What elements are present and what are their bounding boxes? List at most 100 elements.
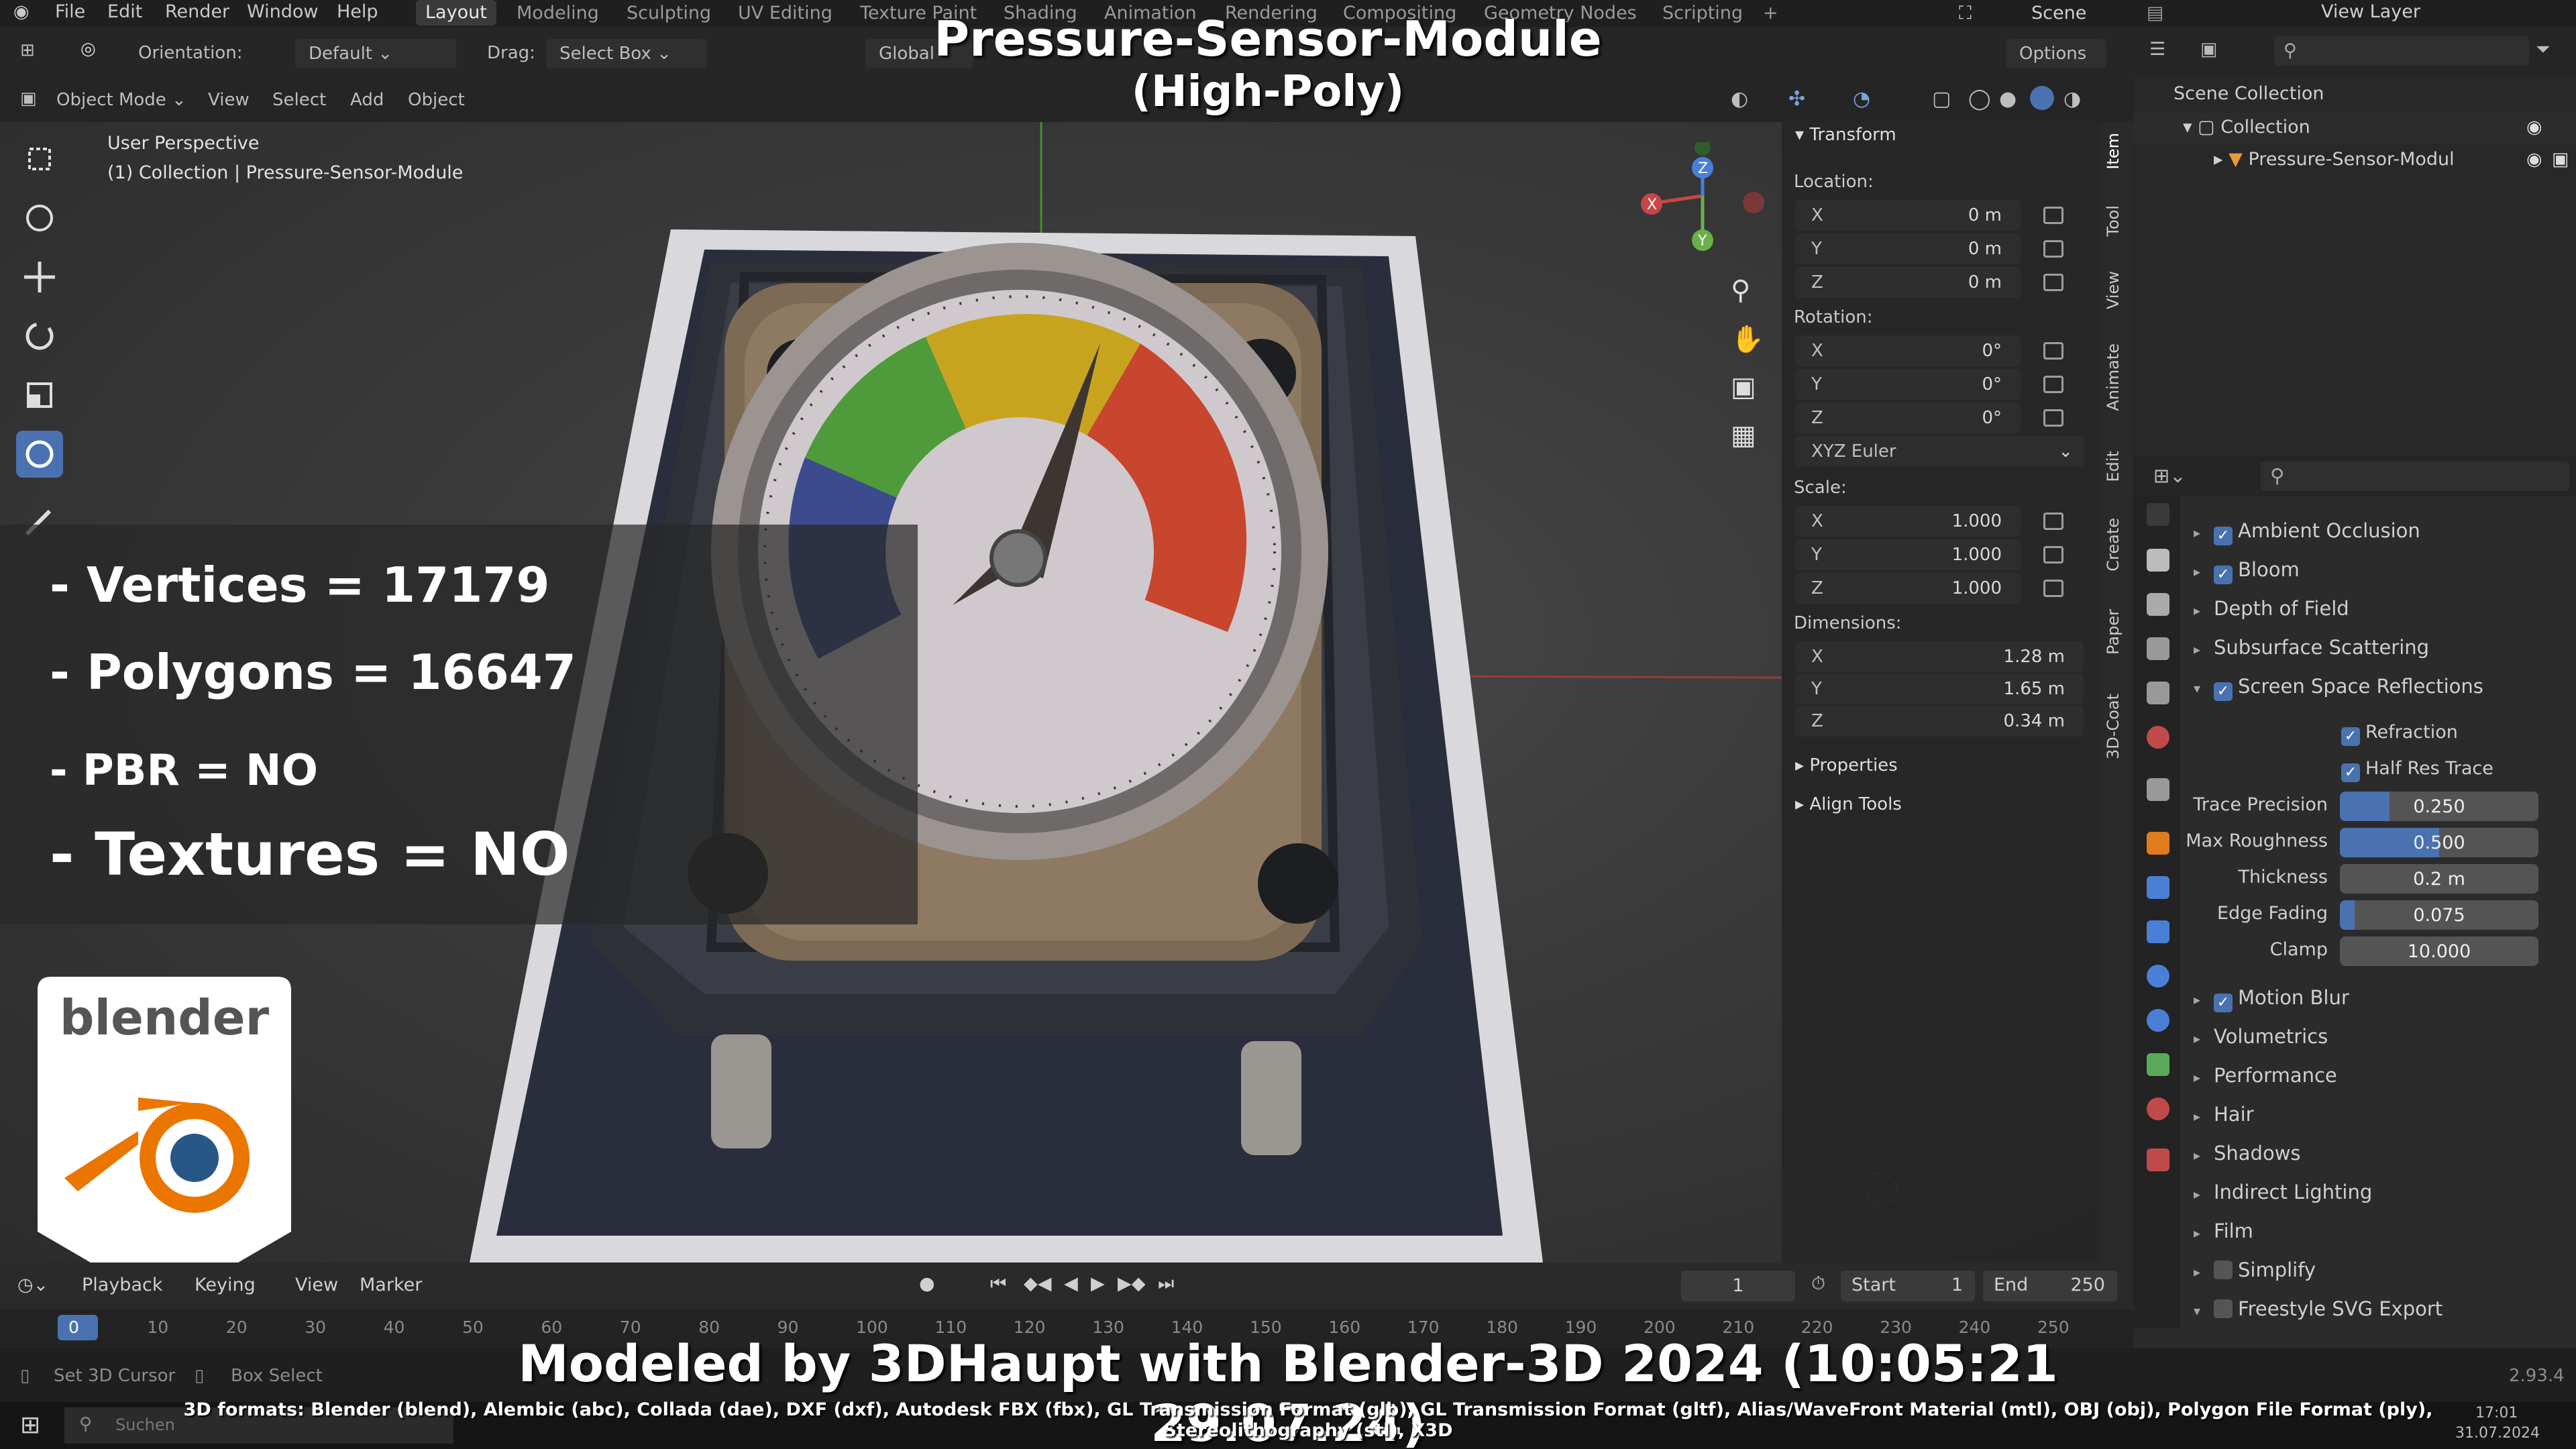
world-tab-icon[interactable] [2147, 726, 2169, 749]
scene-icon[interactable]: ⛶ [1959, 3, 1972, 24]
tab-3d-coat[interactable]: 3D-Coat [2104, 694, 2123, 759]
filter-view-icon[interactable]: ▣ [2200, 39, 2218, 60]
lock-icon[interactable] [2043, 274, 2063, 291]
max-roughness-slider[interactable]: 0.500 [2340, 828, 2538, 857]
properties-panel-header[interactable]: ▸ Properties [1795, 755, 1898, 775]
checkbox-icon[interactable]: ✓ [2214, 566, 2233, 584]
cursor-tool-icon[interactable] [16, 195, 63, 241]
physics-tab-icon[interactable] [2147, 965, 2169, 987]
tab-modeling[interactable]: Modeling [517, 3, 599, 23]
object-mode-dropdown[interactable]: Object Mode ⌄ [56, 90, 186, 110]
menu-marker[interactable]: Marker [360, 1275, 422, 1295]
scale-z-field[interactable]: Z 1.000 [1795, 573, 2021, 604]
half-res-trace-checkbox[interactable]: ✓ Half Res Trace [2341, 758, 2493, 782]
camera-view-icon[interactable]: ▣ [1731, 372, 1756, 402]
menu-keying[interactable]: Keying [195, 1275, 256, 1295]
scale-x-field[interactable]: X 1.000 [1795, 506, 2021, 537]
section-hair[interactable]: ▸ Hair [2194, 1103, 2254, 1126]
menu-playback[interactable]: Playback [82, 1275, 162, 1295]
tab-create[interactable]: Create [2104, 518, 2123, 572]
jump-end-icon[interactable]: ⏭ [1158, 1273, 1174, 1295]
menu-render[interactable]: Render [165, 1, 229, 22]
orientation-dropdown[interactable]: Default ⌄ [295, 39, 456, 68]
section-depth-of-field[interactable]: ▸ Depth of Field [2194, 597, 2349, 620]
blender-logo-icon[interactable]: ◉ [13, 1, 30, 22]
menu-timeline-view[interactable]: View [295, 1275, 338, 1295]
play-reverse-icon[interactable]: ◀ [1064, 1273, 1078, 1294]
record-icon[interactable]: ● [919, 1273, 935, 1294]
output-tab-icon[interactable] [2147, 593, 2169, 616]
location-y-field[interactable]: Y 0 m [1795, 233, 2021, 264]
tab-edit[interactable]: Edit [2104, 451, 2123, 482]
rendered-shading-icon[interactable]: ◑ [2063, 87, 2081, 111]
rotation-z-field[interactable]: Z 0° [1795, 402, 2021, 433]
prev-keyframe-icon[interactable]: ◆◀ [1024, 1273, 1052, 1294]
collection-row[interactable]: ▾ ▢ Collection [2183, 117, 2310, 138]
checkbox-icon[interactable] [2214, 1260, 2233, 1279]
overlay-icon[interactable]: ◔ [1853, 87, 1870, 111]
properties-search-input[interactable]: ⚲ [2261, 462, 2569, 491]
current-frame-field[interactable]: 1 [1681, 1271, 1795, 1301]
menu-help[interactable]: Help [337, 1, 378, 22]
section-motion-blur[interactable]: ▸ ✓ Motion Blur [2194, 986, 2349, 1012]
menu-file[interactable]: File [55, 1, 85, 22]
scene-tab-icon[interactable] [2147, 682, 2169, 704]
filter-icon[interactable]: ⏷ [2536, 39, 2551, 60]
timeline-editor-icon[interactable]: ◷⌄ [17, 1275, 48, 1295]
section-indirect-lighting[interactable]: ▸ Indirect Lighting [2194, 1181, 2372, 1203]
section-ambient-occlusion[interactable]: ▸ ✓ Ambient Occlusion [2194, 519, 2420, 545]
tab-sculpting[interactable]: Sculpting [627, 3, 711, 23]
menu-select[interactable]: Select [272, 90, 326, 110]
play-icon[interactable]: ▶ [1091, 1273, 1105, 1294]
solid-shading-icon[interactable]: ● [1999, 87, 2017, 111]
checkbox-icon[interactable]: ✓ [2341, 763, 2360, 782]
xray-icon[interactable]: ▢ [1932, 87, 1951, 111]
wireframe-shading-icon[interactable]: ◯ [1968, 87, 1991, 111]
dimension-z-field[interactable]: Z 0.34 m [1795, 706, 2084, 737]
lock-icon[interactable] [2043, 342, 2063, 360]
rotation-x-field[interactable]: X 0° [1795, 335, 2021, 366]
constraints-tab-icon[interactable] [2147, 1009, 2169, 1032]
checkbox-icon[interactable]: ✓ [2214, 994, 2233, 1012]
drag-dropdown[interactable]: Select Box ⌄ [546, 39, 707, 68]
edge-fading-slider[interactable]: 0.075 [2340, 900, 2538, 930]
refraction-checkbox[interactable]: ✓ Refraction [2341, 722, 2458, 746]
outliner-search-input[interactable]: ⚲ [2274, 36, 2529, 66]
scale-tool-icon[interactable] [16, 372, 63, 419]
next-keyframe-icon[interactable]: ▶◆ [1118, 1273, 1146, 1294]
options-dropdown[interactable]: Options [2006, 39, 2106, 68]
menu-add[interactable]: Add [350, 90, 384, 110]
object-row[interactable]: ▸ ▼ Pressure-Sensor-Modul [2214, 149, 2455, 170]
start-frame-field[interactable]: Start 1 [1841, 1271, 1975, 1301]
stopwatch-icon[interactable]: ⏱ [1811, 1273, 1825, 1295]
lock-icon[interactable] [2043, 240, 2063, 258]
rotation-mode-dropdown[interactable]: XYZ Euler ⌄ [1795, 436, 2084, 467]
align-tools-panel-header[interactable]: ▸ Align Tools [1795, 794, 1902, 814]
scene-name[interactable]: Scene [2031, 3, 2086, 23]
section-shadows[interactable]: ▸ Shadows [2194, 1142, 2301, 1165]
scale-y-field[interactable]: Y 1.000 [1795, 539, 2021, 570]
section-film[interactable]: ▸ Film [2194, 1220, 2253, 1242]
section-screen-space-reflections[interactable]: ▾ ✓ Screen Space Reflections [2194, 675, 2483, 701]
modifier-tab-icon[interactable] [2147, 876, 2169, 899]
tab-item[interactable]: Item [2104, 133, 2123, 170]
add-workspace-icon[interactable]: + [1763, 3, 1778, 23]
tab-tool[interactable]: Tool [2104, 205, 2123, 237]
lock-icon[interactable] [2043, 513, 2063, 530]
section-volumetrics[interactable]: ▸ Volumetrics [2194, 1025, 2328, 1048]
checkbox-icon[interactable]: ✓ [2214, 527, 2233, 545]
transform-panel-header[interactable]: ▾ Transform [1795, 125, 1896, 145]
section-freestyle-svg-export[interactable]: ▾ Freestyle SVG Export [2194, 1297, 2443, 1320]
view-layer-tab-icon[interactable] [2147, 637, 2169, 660]
thickness-slider[interactable]: 0.2 m [2340, 864, 2538, 894]
tab-animate[interactable]: Animate [2104, 343, 2123, 411]
dimension-y-field[interactable]: Y 1.65 m [1795, 674, 2084, 704]
properties-editor-type-icon[interactable]: ⊞⌄ [2153, 464, 2186, 487]
eye-icon[interactable]: ◉ [2526, 117, 2542, 138]
lock-icon[interactable] [2043, 207, 2063, 224]
windows-start-icon[interactable]: ⊞ [20, 1411, 40, 1439]
transform-tool-icon[interactable] [16, 431, 63, 478]
menu-view[interactable]: View [208, 90, 250, 110]
material-shading-icon[interactable] [2030, 86, 2054, 110]
zoom-icon[interactable]: ⚲ [1731, 275, 1750, 306]
